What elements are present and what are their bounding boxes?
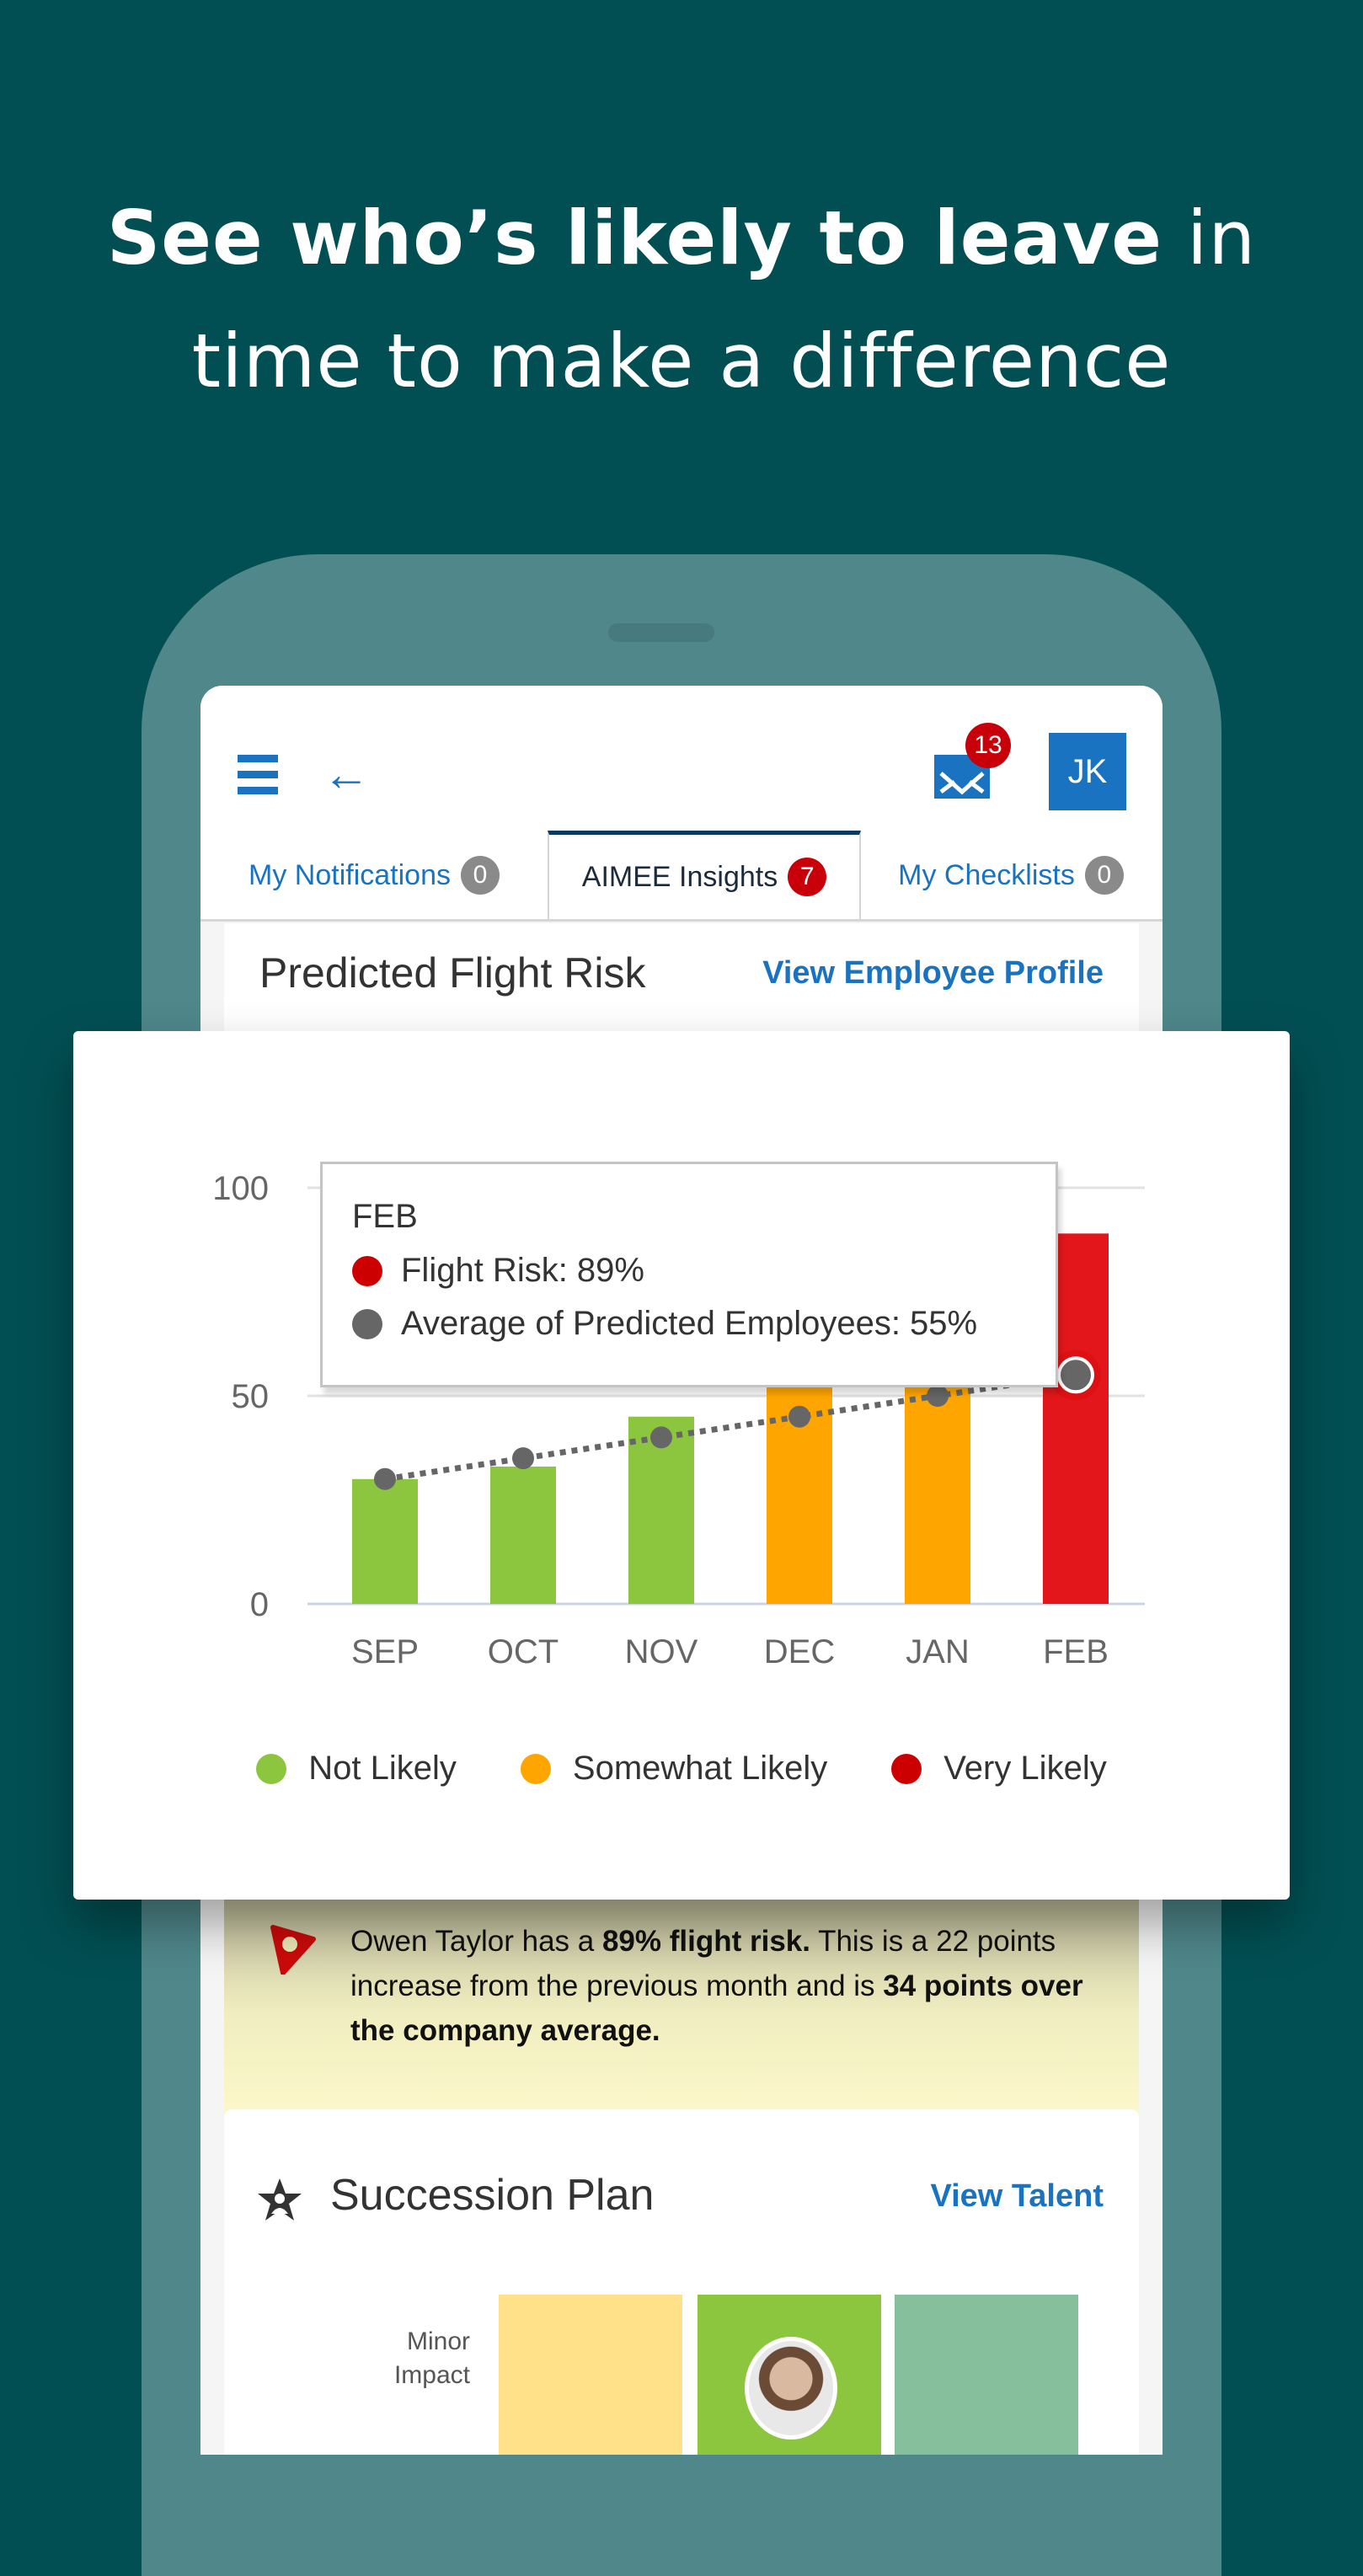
mail-count-badge: 13: [965, 723, 1011, 768]
x-tick-label: FEB: [1043, 1633, 1109, 1670]
headline-light-1: in: [1162, 195, 1257, 281]
headline-bold: See who’s likely to leave: [106, 195, 1163, 281]
tooltip-title: FEB: [352, 1198, 418, 1235]
x-tick-label: SEP: [351, 1633, 419, 1670]
user-avatar[interactable]: JK: [1049, 733, 1126, 810]
risk-flag-icon: [270, 1925, 316, 1975]
chart-legend: Not Likely Somewhat Likely Very Likely: [73, 1750, 1290, 1788]
average-point-nov: [650, 1426, 672, 1449]
average-point-feb: [1057, 1356, 1094, 1394]
red-dot-icon: [891, 1753, 922, 1784]
bar-sep: [352, 1478, 418, 1604]
average-point-sep: [374, 1467, 396, 1490]
tooltip-row-flight-risk: Flight Risk: 89%: [352, 1252, 644, 1290]
tab-bar: My Notifications 0 AIMEE Insights 7 My C…: [200, 831, 1163, 922]
tab-my-notifications[interactable]: My Notifications 0: [200, 835, 548, 916]
flight-risk-card-header: Predicted Flight Risk View Employee Prof…: [224, 923, 1139, 1033]
x-tick-label: OCT: [488, 1633, 559, 1670]
x-tick-label: JAN: [906, 1633, 970, 1670]
star-person-icon: [258, 2178, 302, 2221]
tab-my-checklists[interactable]: My Checklists 0: [859, 835, 1163, 916]
y-tick-label: 0: [250, 1586, 269, 1623]
x-tick-label: DEC: [764, 1633, 835, 1670]
bar-oct: [490, 1466, 556, 1604]
average-point-jan: [927, 1385, 949, 1407]
legend-not-likely[interactable]: Not Likely: [256, 1750, 457, 1788]
average-point-oct: [512, 1447, 534, 1470]
legend-very-likely[interactable]: Very Likely: [891, 1750, 1107, 1788]
tab-label: AIMEE Insights: [581, 860, 778, 893]
y-tick-label: 100: [212, 1170, 269, 1207]
insight-banner: Owen Taylor has a 89% flight risk. This …: [224, 1899, 1139, 2126]
tab-label: My Checklists: [898, 858, 1075, 891]
succession-title: Succession Plan: [330, 2171, 655, 2220]
tooltip-row-average: Average of Predicted Employees: 55%: [352, 1305, 977, 1343]
green-dot-icon: [256, 1753, 287, 1784]
tab-count-badge: 7: [788, 858, 827, 896]
bar-dec: [767, 1362, 832, 1604]
row-label-minor-impact: Minor Impact: [393, 2327, 470, 2389]
matrix-cell[interactable]: [499, 2295, 682, 2455]
view-employee-profile-link[interactable]: View Employee Profile: [762, 955, 1104, 991]
headline-light-2: time to make a difference: [191, 318, 1172, 404]
red-dot-icon: [352, 1255, 382, 1286]
gray-dot-icon: [352, 1308, 382, 1339]
succession-plan-card: Succession Plan View Talent Minor Impact: [224, 2109, 1139, 2455]
matrix-cell[interactable]: [698, 2295, 881, 2455]
tab-label: My Notifications: [249, 858, 451, 891]
top-bar: ← 13 JK: [200, 686, 1163, 837]
view-talent-link[interactable]: View Talent: [930, 2178, 1104, 2215]
tab-count-badge: 0: [460, 856, 500, 895]
employee-photo[interactable]: [745, 2337, 837, 2440]
chart-tooltip: FEB Flight Risk: 89% Average of Predicte…: [320, 1162, 1058, 1387]
flight-risk-chart-card: 0 50 100 SEP OCT NOV DEC JAN FEB FEB Flight Risk…: [73, 1031, 1290, 1900]
x-tick-label: NOV: [625, 1633, 698, 1670]
y-tick-label: 50: [232, 1378, 270, 1415]
tab-count-badge: 0: [1084, 856, 1124, 895]
matrix-cell[interactable]: [895, 2295, 1078, 2455]
insight-text: Owen Taylor has a 89% flight risk. This …: [350, 1925, 1083, 2047]
headline: See who’s likely to leave in time to mak…: [0, 177, 1363, 423]
menu-icon[interactable]: [238, 755, 278, 795]
orange-dot-icon: [520, 1753, 551, 1784]
tab-aimee-insights[interactable]: AIMEE Insights 7: [548, 831, 861, 919]
phone-speaker: [608, 623, 714, 642]
back-arrow-icon[interactable]: ←: [323, 751, 370, 798]
average-line: [384, 1371, 1077, 1483]
legend-somewhat-likely[interactable]: Somewhat Likely: [520, 1750, 827, 1788]
card-title: Predicted Flight Risk: [259, 949, 646, 997]
average-point-dec: [788, 1405, 810, 1428]
